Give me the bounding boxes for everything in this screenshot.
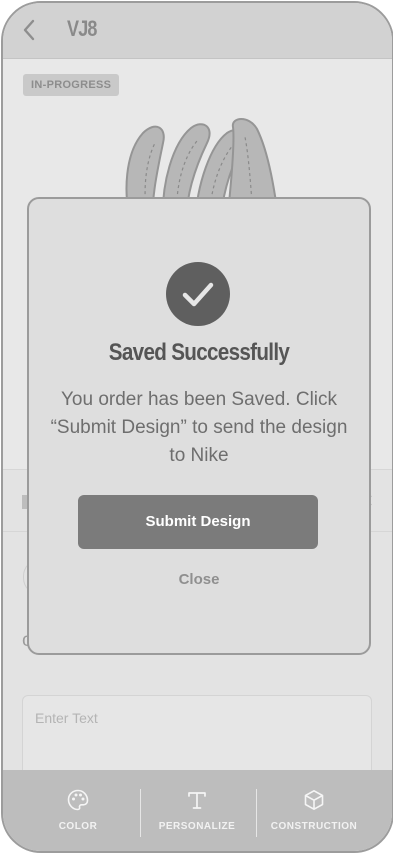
status-badge: IN-PROGRESS bbox=[23, 74, 120, 96]
chevron-left-icon bbox=[23, 19, 35, 41]
tab-label: PERSONALIZE bbox=[158, 821, 236, 832]
modal-message: You order has been Saved. Click “Submit … bbox=[50, 389, 348, 466]
phone-frame: VJ8 IN-PROGRESS ✕ characters Enter Text bbox=[1, 1, 393, 853]
cube-icon bbox=[304, 790, 324, 810]
tab-color[interactable]: COLOR bbox=[18, 770, 138, 851]
text-icon bbox=[188, 792, 206, 809]
back-button[interactable] bbox=[19, 17, 41, 43]
submit-design-button[interactable]: Submit Design bbox=[78, 495, 318, 549]
close-button[interactable]: Close bbox=[29, 571, 369, 588]
top-bar: VJ8 bbox=[3, 3, 392, 59]
tab-label: COLOR bbox=[58, 821, 98, 832]
input-placeholder: Enter Text bbox=[35, 710, 98, 726]
modal-title: Saved Successfully bbox=[108, 339, 290, 366]
page-title: VJ8 bbox=[67, 16, 97, 41]
tab-label: CONSTRUCTION bbox=[270, 821, 358, 832]
palette-icon bbox=[67, 789, 89, 811]
checkmark-circle-icon bbox=[166, 262, 230, 326]
tab-personalize[interactable]: PERSONALIZE bbox=[137, 770, 257, 851]
success-modal: Saved Successfully You order has been Sa… bbox=[27, 197, 371, 655]
tab-construction[interactable]: CONSTRUCTION bbox=[254, 770, 374, 851]
bottom-tab-bar: COLOR PERSONALIZE CONSTRUCTION bbox=[3, 770, 392, 851]
